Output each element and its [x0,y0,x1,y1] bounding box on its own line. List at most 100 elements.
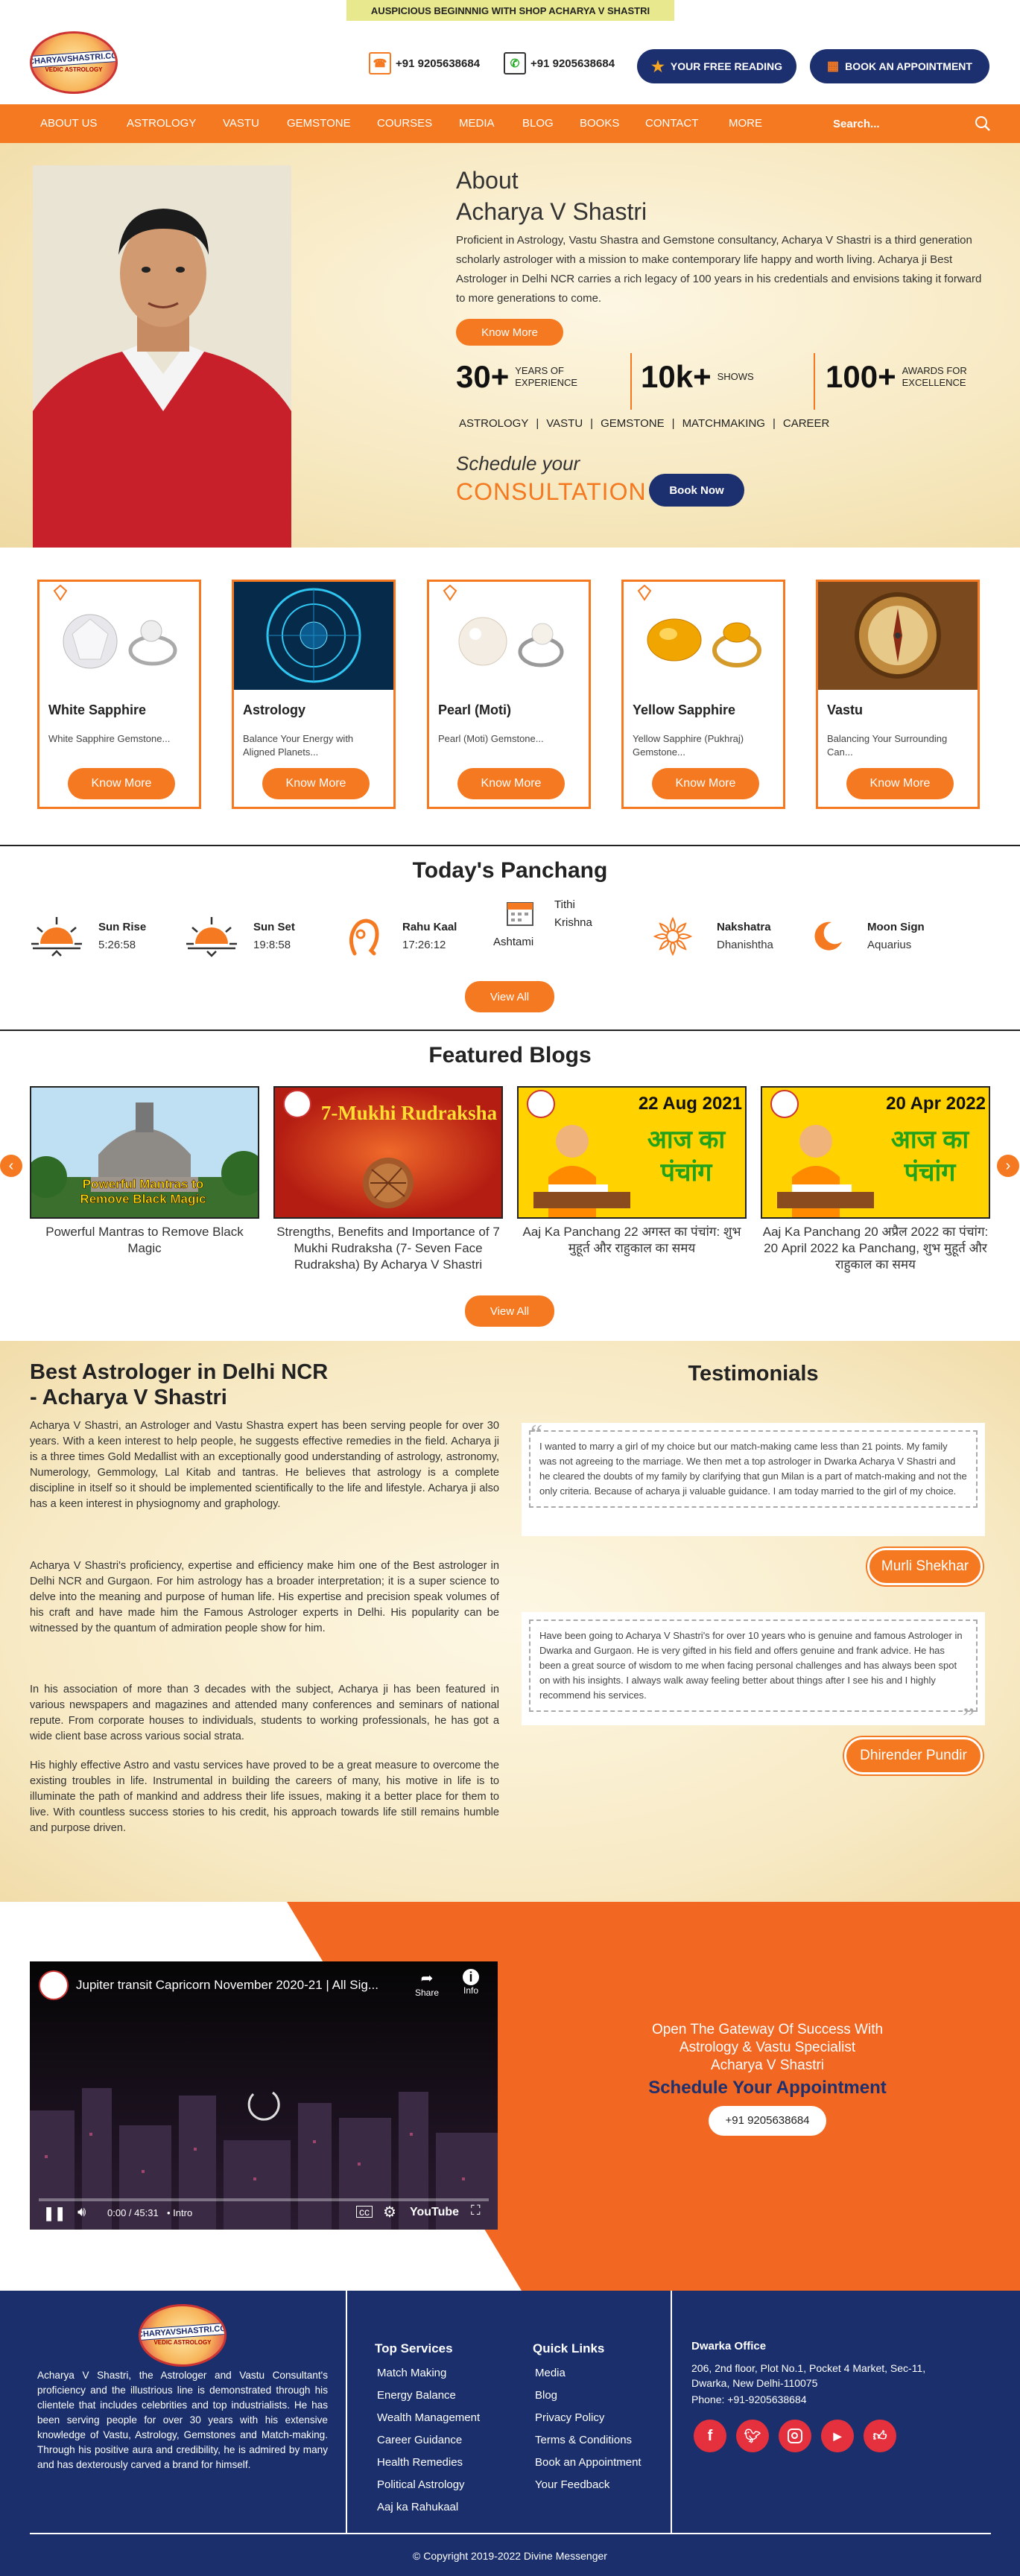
captions-icon[interactable]: cc [356,2206,373,2218]
astrology-image [234,582,393,690]
rahu-icon [349,919,379,956]
card-yellow-sapphire[interactable]: Yellow Sapphire Yellow Sapphire (Pukhraj… [621,580,785,809]
know-more-button[interactable]: Know More [262,768,370,799]
search-placeholder: Search... [833,117,880,130]
card-astrology[interactable]: Astrology Balance Your Energy with Align… [232,580,396,809]
book-now-button[interactable]: Book Now [649,474,744,507]
stat-awards-number: 100+ [826,359,896,394]
blog-title[interactable]: Aaj Ka Panchang 22 अगस्त का पंचांग: शुभ … [517,1224,747,1257]
blog-title[interactable]: Strengths, Benefits and Importance of 7 … [273,1224,503,1273]
footer-quick-link[interactable]: Blog [535,2389,557,2402]
best-title-line1: Best Astrologer in Delhi NCR [30,1360,329,1384]
footer-service-link[interactable]: Energy Balance [377,2389,456,2402]
blog-title[interactable]: Powerful Mantras to Remove Black Magic [30,1224,259,1257]
carousel-next-arrow[interactable]: › [997,1155,1019,1177]
nav-item-media[interactable]: MEDIA [459,117,495,130]
footer-office-phone[interactable]: Phone: +91-9205638684 [691,2392,807,2407]
nav-item-gemstone[interactable]: GEMSTONE [287,117,351,130]
nav-item-books[interactable]: BOOKS [580,117,619,130]
card-white-sapphire[interactable]: White Sapphire White Sapphire Gemstone..… [37,580,201,809]
panchang-view-all-button[interactable]: View All [465,981,554,1012]
card-vastu[interactable]: Vastu Balancing Your Surrounding Can... … [816,580,980,809]
cta-phone-button[interactable]: +91 9205638684 [709,2106,826,2136]
footer-service-link[interactable]: Wealth Management [377,2411,480,2424]
settings-gear-icon[interactable]: ⚙ [383,2203,396,2221]
youtube-logo[interactable]: YouTube [410,2206,459,2219]
free-reading-button[interactable]: ★ YOUR FREE READING [637,49,796,83]
cta-line3: Acharya V Shastri [710,2058,825,2073]
blog-title[interactable]: Aaj Ka Panchang 20 अप्रैल 2022 का पंचांग… [761,1224,990,1273]
video-player[interactable]: Jupiter transit Capricorn November 2020-… [30,1961,498,2230]
thumbs-up-icon[interactable]: 👍︎ [864,2420,896,2452]
nav-item-about-us[interactable]: ABOUT US [40,117,97,130]
footer-office-address1: 206, 2nd floor, Plot No.1, Pocket 4 Mark… [691,2362,926,2374]
instagram-icon[interactable] [779,2420,811,2452]
know-more-button[interactable]: Know More [68,768,175,799]
nav-item-courses[interactable]: COURSES [377,117,432,130]
nav-item-blog[interactable]: BLOG [522,117,554,130]
youtube-icon[interactable]: ▶ [821,2420,854,2452]
share-icon: ➦ [420,1970,434,1987]
nav-item-astrology[interactable]: ASTROLOGY [127,117,196,130]
blog-image-overlay: 22 Aug 2021 [638,1094,742,1114]
site-logo[interactable]: ACHARYAVSHASTRI.COM VEDIC ASTROLOGY [30,31,118,94]
know-more-button[interactable]: Know More [652,768,759,799]
card-desc: Balancing Your Surrounding Can... [827,733,948,758]
stat-awards-label: AWARDS FOR EXCELLENCE [902,365,967,388]
whatsapp-icon: ✆ [504,52,526,74]
video-progress-bar[interactable] [39,2198,489,2201]
footer-quick-link[interactable]: Your Feedback [535,2478,609,2491]
twitter-icon[interactable]: 🐦︎ [736,2420,769,2452]
know-more-button[interactable]: Know More [846,768,954,799]
testimonial-name: Murli Shekhar [867,1548,983,1585]
tag-matchmaking[interactable]: MATCHMAKING [682,417,765,430]
main-navigation: ABOUT US ASTROLOGY VASTU GEMSTONE COURSE… [0,104,1020,143]
blog-image[interactable]: 22 Aug 2021 आज का पंचांग [517,1086,747,1219]
top-announcement-banner[interactable]: AUSPICIOUS BEGINNNIG WITH SHOP ACHARYA V… [346,0,674,21]
header-phone[interactable]: ☎ +91 9205638684 [369,51,480,76]
footer-service-link[interactable]: Career Guidance [377,2434,462,2446]
search-icon[interactable] [975,115,991,132]
blog-image[interactable]: Powerful Mantras to Remove Black Magic [30,1086,259,1219]
about-know-more-button[interactable]: Know More [456,319,563,346]
volume-icon[interactable]: 🔊︎ [77,2204,86,2220]
share-button[interactable]: ➦ Share [408,1969,446,1998]
footer-service-link[interactable]: Political Astrology [377,2478,465,2491]
nav-item-vastu[interactable]: VASTU [223,117,259,130]
facebook-icon[interactable]: f [694,2420,726,2452]
know-more-button[interactable]: Know More [457,768,565,799]
tag-astrology[interactable]: ASTROLOGY [459,417,528,430]
blogs-view-all-button[interactable]: View All [465,1295,554,1327]
panchang-label: Nakshatra [717,921,771,933]
header-whatsapp[interactable]: ✆ +91 9205638684 [504,51,615,76]
tag-gemstone[interactable]: GEMSTONE [601,417,665,430]
nav-item-contact[interactable]: CONTACT [645,117,698,130]
footer-service-link[interactable]: Health Remedies [377,2456,463,2469]
fullscreen-icon[interactable]: ⛶ [471,2203,481,2218]
tag-career[interactable]: CAREER [783,417,830,430]
logo-subtext: VEDIC ASTROLOGY [45,66,103,73]
footer-quick-link[interactable]: Media [535,2367,566,2379]
sunrise-icon [31,917,82,957]
footer-quick-link[interactable]: Terms & Conditions [535,2434,632,2446]
book-appointment-button[interactable]: ▦ BOOK AN APPOINTMENT [810,49,989,83]
play-button[interactable]: ❚❚ [43,2206,66,2221]
search-input[interactable]: Search... [827,110,998,137]
video-title[interactable]: Jupiter transit Capricorn November 2020-… [76,1978,396,1993]
info-button[interactable]: i Info [454,1969,487,1996]
cta-block: Open The Gateway Of Success With Astrolo… [589,2021,946,2136]
nav-item-more[interactable]: MORE [729,117,762,130]
footer-quick-link[interactable]: Book an Appointment [535,2456,642,2469]
footer-logo[interactable]: ACHARYAVSHASTRI.COM VEDIC ASTROLOGY [139,2304,227,2367]
blog-image[interactable]: 20 Apr 2022 आज का पंचांग [761,1086,990,1219]
tag-vastu[interactable]: VASTU [546,417,583,430]
channel-avatar[interactable] [39,1970,69,2000]
card-pearl[interactable]: Pearl (Moti) Pearl (Moti) Gemstone... Kn… [427,580,591,809]
footer-service-link[interactable]: Aaj ka Rahukaal [377,2501,458,2513]
footer-service-link[interactable]: Match Making [377,2367,446,2379]
footer-quick-link[interactable]: Privacy Policy [535,2411,604,2424]
share-label: Share [414,1987,440,1998]
blog-image[interactable]: 7-Mukhi Rudraksha [273,1086,503,1219]
footer-divider [346,2291,347,2533]
carousel-prev-arrow[interactable]: ‹ [0,1155,22,1177]
